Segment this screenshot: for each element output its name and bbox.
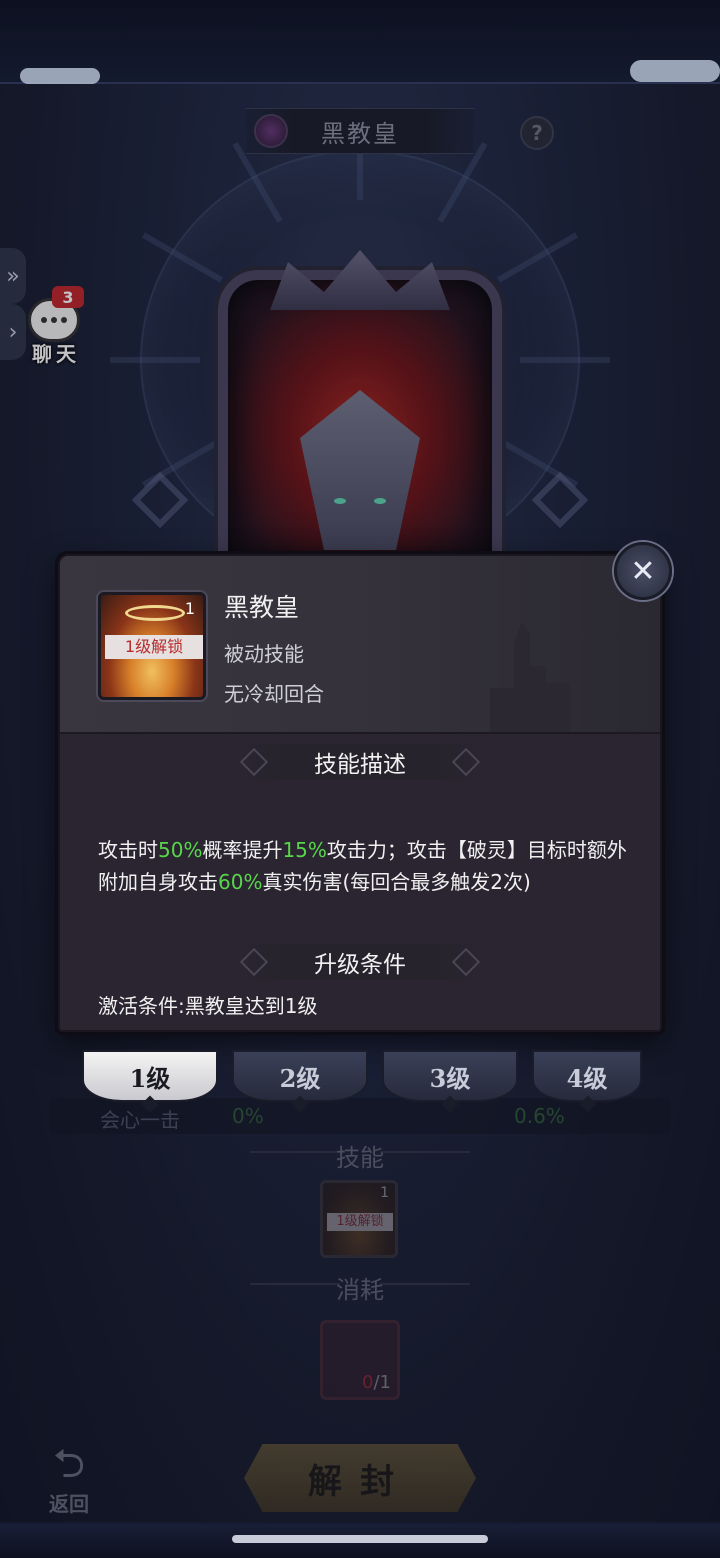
close-x-icon: ✕ bbox=[630, 553, 656, 589]
upgrade-heading: 升级条件 bbox=[314, 952, 406, 978]
banner-ornament bbox=[451, 947, 481, 977]
description-heading: 技能描述 bbox=[314, 752, 406, 778]
home-indicator[interactable] bbox=[232, 1535, 488, 1543]
level-tab-1[interactable]: 1级 bbox=[82, 1050, 218, 1113]
skill-icon-level: 1 bbox=[184, 599, 195, 618]
description-highlight: 15% bbox=[282, 838, 327, 862]
level-tab-label: 4级 bbox=[566, 1063, 608, 1093]
skill-detail-popup: 1 1级解锁 黑教皇 被动技能 无冷却回合 技能描述 攻击时50%概率提升15%… bbox=[58, 554, 662, 1032]
close-button[interactable]: ✕ bbox=[614, 542, 672, 600]
activation-condition: 激活条件:黑教皇达到1级 bbox=[98, 994, 318, 1018]
level-tab-label: 1级 bbox=[129, 1063, 171, 1093]
cloud-decoration bbox=[20, 68, 100, 84]
cloud-decoration bbox=[630, 60, 720, 82]
skill-description: 攻击时50%概率提升15%攻击力；攻击【破灵】目标时额外附加自身攻击60%真实伤… bbox=[98, 834, 638, 898]
level-tab-label: 3级 bbox=[429, 1063, 471, 1093]
skill-icon: 1 1级解锁 bbox=[98, 592, 206, 700]
level-tab-label: 2级 bbox=[279, 1063, 321, 1093]
banner-ornament bbox=[239, 947, 269, 977]
skill-type: 被动技能 bbox=[224, 642, 304, 666]
description-highlight: 60% bbox=[218, 870, 263, 894]
description-segment: 攻击时 bbox=[98, 838, 158, 862]
skill-cooldown: 无冷却回合 bbox=[224, 682, 324, 706]
halo-icon bbox=[125, 605, 185, 621]
castle-silhouette bbox=[490, 622, 570, 732]
description-banner: 技能描述 bbox=[239, 744, 481, 780]
level-tab-3[interactable]: 3级 bbox=[382, 1050, 518, 1113]
banner-ornament bbox=[239, 747, 269, 777]
banner-ornament bbox=[451, 747, 481, 777]
level-tab-4[interactable]: 4级 bbox=[532, 1050, 642, 1113]
description-segment: 概率提升 bbox=[202, 838, 283, 862]
description-highlight: 50% bbox=[158, 838, 203, 862]
top-frame bbox=[0, 0, 720, 84]
description-segment: 真实伤害(每回合最多触发2次) bbox=[262, 870, 531, 894]
popup-header: 1 1级解锁 黑教皇 被动技能 无冷却回合 bbox=[60, 556, 660, 734]
upgrade-banner: 升级条件 bbox=[239, 944, 481, 980]
skill-unlock-tag: 1级解锁 bbox=[105, 635, 203, 659]
level-tab-2[interactable]: 2级 bbox=[232, 1050, 368, 1113]
skill-name: 黑教皇 bbox=[224, 593, 300, 622]
